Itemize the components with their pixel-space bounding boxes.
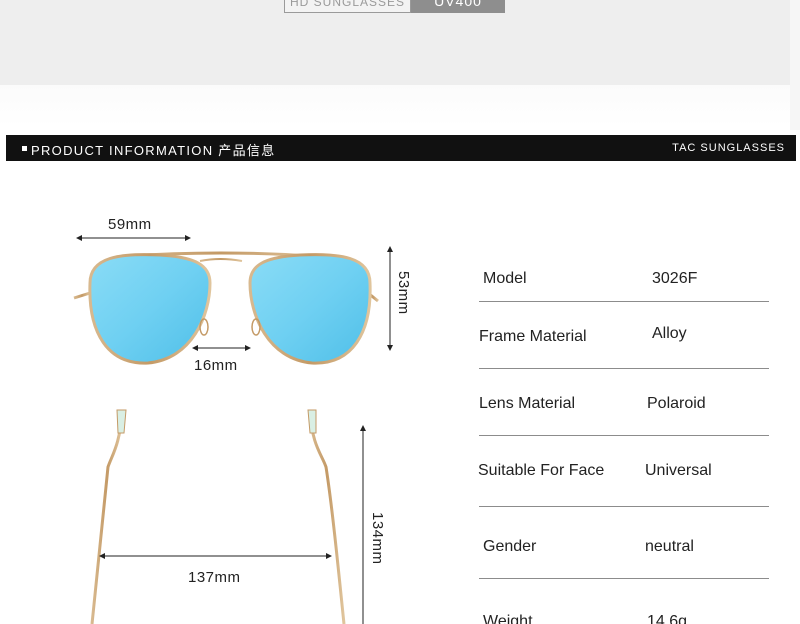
spec-value: Alloy [652, 325, 687, 342]
spec-row-face: Suitable For Face Universal [478, 436, 769, 507]
top-tags: HD SUNGLASSES UV400 [284, 0, 505, 13]
section-title: PRODUCT INFORMATION 产品信息 [31, 143, 276, 158]
spec-value: 14.6g [647, 613, 688, 624]
spec-value: Universal [645, 462, 712, 479]
spec-name: Model [483, 270, 527, 287]
spec-name: Gender [483, 538, 537, 555]
hd-sunglasses-tag: HD SUNGLASSES [284, 0, 411, 13]
spec-name: Weight [483, 613, 533, 624]
square-bullet-icon [22, 146, 27, 151]
section-subtitle: TAC SUNGLASSES [672, 142, 785, 154]
bridge-width-label: 16mm [194, 357, 238, 374]
lens-width-label: 59mm [108, 216, 152, 233]
spec-value: 3026F [652, 270, 698, 287]
spec-value: Polaroid [647, 395, 706, 412]
uv400-tag: UV400 [411, 0, 505, 13]
spec-name: Lens Material [479, 395, 576, 412]
spec-row-weight: Weight 14.6g [479, 579, 769, 624]
spec-row-model: Model 3026F [479, 236, 769, 302]
temple-length-label: 134mm [369, 512, 386, 565]
spec-row-frame-material: Frame Material Alloy [479, 302, 769, 369]
right-lens [248, 253, 372, 365]
lens-height-label: 53mm [395, 271, 412, 315]
spec-row-gender: Gender neutral [479, 507, 769, 579]
frame-width-label: 137mm [188, 569, 241, 586]
spec-row-lens-material: Lens Material Polaroid [479, 369, 769, 436]
divider-band [0, 85, 790, 127]
spec-name: Frame Material [479, 328, 587, 345]
front-view [73, 251, 379, 365]
product-information-bar: PRODUCT INFORMATION 产品信息 TAC SUNGLASSES [6, 135, 796, 161]
spec-value: neutral [645, 538, 694, 555]
left-lens [88, 253, 212, 365]
spec-name: Suitable For Face [478, 462, 605, 479]
edge-strip [790, 0, 800, 130]
top-view [90, 409, 346, 624]
